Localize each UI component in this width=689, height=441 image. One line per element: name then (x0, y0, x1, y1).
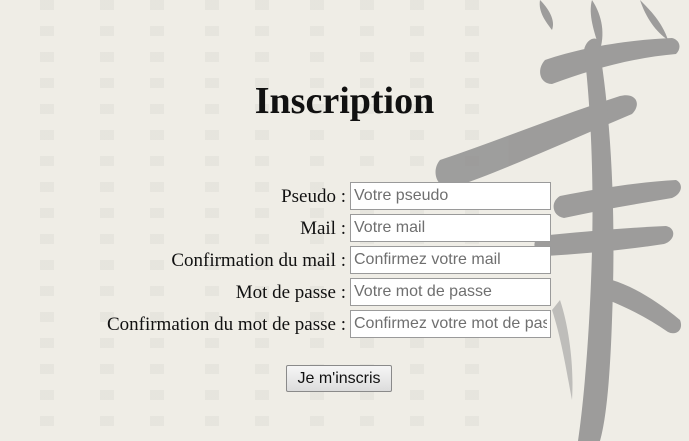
mail-row: Mail : (0, 214, 689, 242)
password-confirm-label: Confirmation du mot de passe : (106, 314, 346, 335)
register-button[interactable]: Je m'inscris (286, 365, 392, 392)
mail-confirm-input[interactable] (350, 246, 551, 274)
mail-label: Mail : (300, 218, 346, 239)
pseudo-label: Pseudo : (281, 186, 346, 207)
mail-confirm-label: Confirmation du mail : (171, 250, 346, 271)
mail-input[interactable] (350, 214, 551, 242)
password-row: Mot de passe : (0, 278, 689, 306)
password-confirm-input[interactable] (350, 310, 551, 338)
pseudo-row: Pseudo : (0, 182, 689, 210)
password-label: Mot de passe : (235, 282, 346, 303)
page-title: Inscription (254, 80, 435, 122)
password-confirm-row: Confirmation du mot de passe : (0, 310, 689, 338)
password-input[interactable] (350, 278, 551, 306)
pseudo-input[interactable] (350, 182, 551, 210)
mail-confirm-row: Confirmation du mail : (0, 246, 689, 274)
